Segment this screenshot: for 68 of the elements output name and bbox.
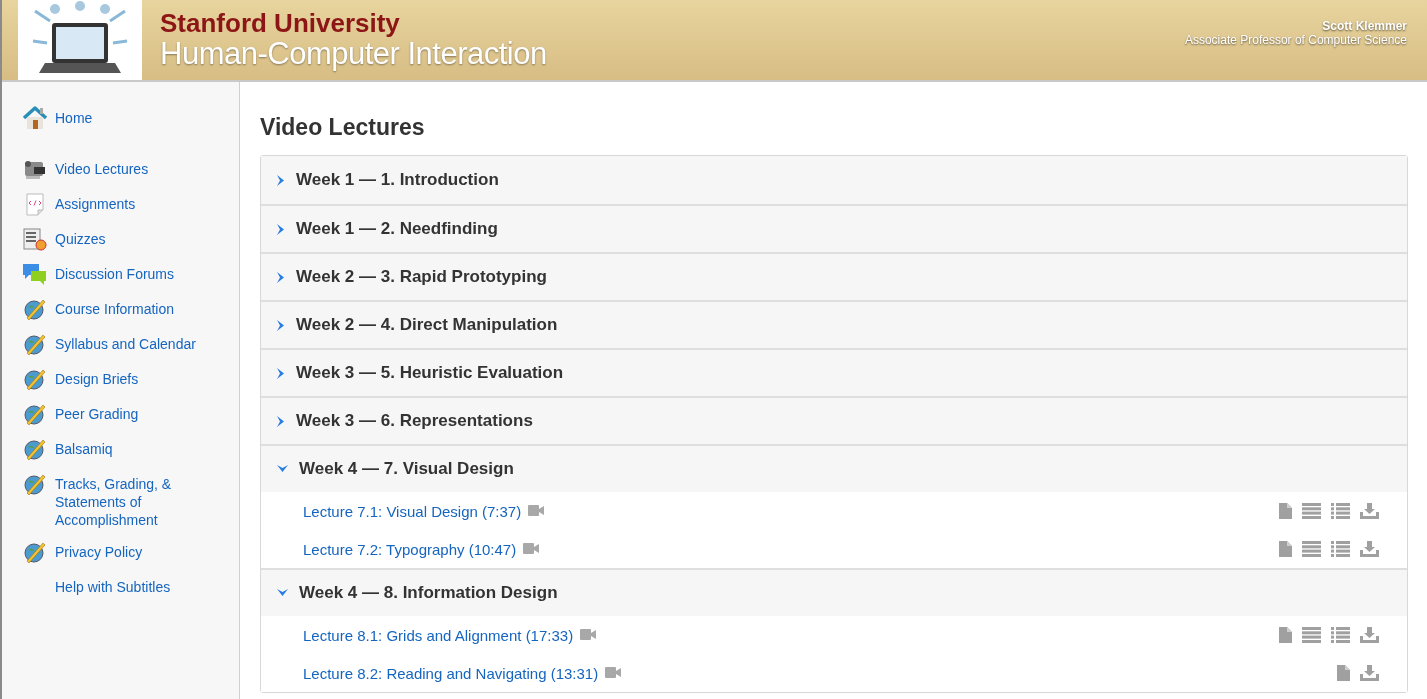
sidebar-link[interactable]: Video Lectures [55, 160, 149, 178]
lecture-link[interactable]: Lecture 8.2: Reading and Navigating (13:31) [303, 664, 599, 682]
week-heading[interactable]: Week 3 — 5. Heuristic Evaluation [296, 363, 564, 383]
lecture-link[interactable]: Lecture 7.2: Typography (10:47) [303, 540, 517, 558]
caret-right-icon[interactable] [277, 367, 285, 379]
sidebar-link[interactable]: Assignments [55, 195, 136, 213]
sidebar-link[interactable]: Peer Grading [55, 405, 139, 423]
globe-pencil-icon [23, 332, 47, 356]
instructor-name: Scott Klemmer [1322, 19, 1407, 33]
week-heading[interactable]: Week 4 — 8. Information Design [299, 583, 558, 603]
download-icon[interactable] [1360, 665, 1379, 681]
lines-icon[interactable] [1302, 503, 1321, 519]
video-camera-icon [605, 667, 622, 678]
week-heading[interactable]: Week 4 — 7. Visual Design [299, 459, 514, 479]
caret-right-icon[interactable] [277, 319, 285, 331]
page-title: Video Lectures [260, 113, 426, 141]
week-heading[interactable]: Week 1 — 1. Introduction [296, 170, 499, 190]
caret-right-icon[interactable] [277, 271, 285, 283]
sidebar-link[interactable]: Help with Subtitles [55, 578, 171, 596]
video-camera-icon [23, 158, 47, 180]
sidebar-link[interactable]: Design Briefs [55, 370, 139, 388]
home-icon [22, 106, 48, 130]
caret-right-icon[interactable] [277, 174, 285, 186]
caret-right-icon[interactable] [277, 223, 285, 235]
sidebar-link[interactable]: Discussion Forums [55, 265, 175, 283]
week-heading[interactable]: Week 2 — 4. Direct Manipulation [296, 315, 558, 335]
week-heading[interactable]: Week 1 — 2. Needfinding [296, 219, 498, 239]
globe-pencil-icon [23, 472, 47, 496]
sidebar-link[interactable]: Course Information [55, 300, 175, 318]
lines-icon[interactable] [1302, 541, 1321, 557]
globe-pencil-icon [23, 402, 47, 426]
sidebar-link[interactable]: Balsamiq [55, 440, 113, 458]
globe-pencil-icon [23, 297, 47, 321]
globe-pencil-icon [23, 437, 47, 461]
caret-down-icon[interactable] [277, 589, 288, 597]
sidebar-link[interactable]: Quizzes [55, 230, 106, 248]
document-icon[interactable] [1279, 627, 1292, 643]
document-icon[interactable] [1337, 665, 1350, 681]
download-icon[interactable] [1360, 541, 1379, 557]
sidebar-link[interactable]: Syllabus and Calendar [55, 335, 196, 353]
chat-bubbles-icon [22, 262, 48, 286]
caret-down-icon[interactable] [277, 465, 288, 473]
code-document-icon [24, 192, 46, 216]
lines-icon[interactable] [1302, 627, 1321, 643]
week-heading[interactable]: Week 3 — 6. Representations [296, 411, 533, 431]
sidebar-link[interactable]: Privacy Policy [55, 543, 143, 561]
quiz-sheet-icon [23, 227, 47, 251]
list-icon[interactable] [1331, 627, 1350, 643]
list-icon[interactable] [1331, 503, 1350, 519]
video-camera-icon [528, 505, 545, 516]
course-title: Human-Computer Interaction [160, 37, 547, 71]
lecture-link[interactable]: Lecture 8.1: Grids and Alignment (17:33) [303, 626, 574, 644]
globe-pencil-icon [23, 540, 47, 564]
instructor-title: Associate Professor of Computer Science [1184, 33, 1407, 47]
download-icon[interactable] [1360, 503, 1379, 519]
sidebar-link[interactable]: Home [55, 109, 93, 127]
globe-pencil-icon [23, 367, 47, 391]
week-heading[interactable]: Week 2 — 3. Rapid Prototyping [296, 267, 547, 287]
document-icon[interactable] [1279, 503, 1292, 519]
sidebar-link[interactable]: Tracks, Grading, & Statements of Accomplishment [55, 475, 215, 529]
video-camera-icon [580, 629, 597, 640]
download-icon[interactable] [1360, 627, 1379, 643]
document-icon[interactable] [1279, 541, 1292, 557]
lecture-link[interactable]: Lecture 7.1: Visual Design (7:37) [303, 502, 522, 520]
caret-right-icon[interactable] [277, 415, 285, 427]
list-icon[interactable] [1331, 541, 1350, 557]
video-camera-icon [523, 543, 540, 554]
university-name: Stanford University [160, 9, 401, 37]
